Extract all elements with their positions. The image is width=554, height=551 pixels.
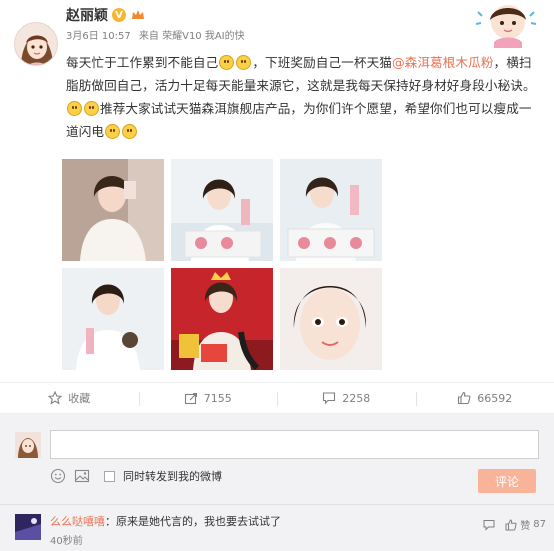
favorite-button[interactable]: 收藏 [0,383,139,413]
share-button[interactable]: 7155 [138,383,278,413]
comment-like-count: 87 [533,519,546,530]
comment-section: 同时转发到我的微博 评论 么么哒嘻嘻：原来是她代言的，我也要去试试了 40秒前 … [0,414,554,551]
decorative-sticker-icon [472,2,540,48]
user-avatar[interactable] [14,22,58,66]
post-content: 每天忙于工作累到不能自己 ，下班奖励自己一杯天猫@森洱葛根木瓜粉，横扫脂肪做回自己… [66,51,538,143]
post-text-2: ，下班奖励自己一杯天猫 [252,55,392,70]
repost-label: 同时转发到我的微博 [123,470,222,483]
comment-input[interactable] [50,430,539,459]
comment-time: 40秒前 [50,536,83,547]
grin-emoji-icon [67,101,82,116]
comment-separator: ： [105,515,116,528]
post-date[interactable]: 3月6日 10:57 [66,31,131,42]
post-photo[interactable] [171,268,273,370]
post-photo[interactable] [171,159,273,261]
reply-icon[interactable] [483,519,495,531]
comment-icon [323,392,336,405]
like-button[interactable]: 66592 [415,383,554,413]
comment-text: 原来是她代言的，我也要去试试了 [116,515,281,528]
comment-like-label: 赞 [520,521,531,532]
composer-toolbar: 同时转发到我的微博 [50,467,222,485]
grin-emoji-icon [84,101,99,116]
like-count: 66592 [477,391,513,405]
verified-icon: V [112,8,126,22]
thumbs-up-icon [458,391,471,405]
cool-emoji-icon [122,124,138,139]
vip-crown-icon [130,8,146,22]
username-row: 赵丽颖 V [66,4,146,26]
comment-item: 么么哒嘻嘻：原来是她代言的，我也要去试试了 40秒前 赞 87 [0,504,554,551]
post-meta: 3月6日 10:57 来自 荣耀V10 我AI的快 [66,27,250,42]
emoji-icon[interactable] [50,468,66,484]
commenter-avatar[interactable] [15,514,41,540]
thumbs-up-icon [505,518,517,530]
post-photo[interactable] [62,159,164,261]
post-photo[interactable] [280,268,382,370]
post-photo[interactable] [280,159,382,261]
share-count: 7155 [203,391,232,405]
post-text-1: 每天忙于工作累到不能自己 [66,55,219,70]
post-photo[interactable] [62,268,164,370]
favorite-label: 收藏 [68,392,91,405]
share-icon [184,392,197,405]
photo-grid [62,159,382,372]
star-icon [48,391,63,405]
mention-link[interactable]: @森洱葛根木瓜粉 [392,55,494,70]
smile-emoji-icon [219,55,235,70]
repost-checkbox[interactable] [104,470,115,482]
comment-line: 么么哒嘻嘻：原来是她代言的，我也要去试试了 [50,513,281,529]
comment-count: 2258 [342,391,371,405]
commenter-name[interactable]: 么么哒嘻嘻 [50,515,105,528]
comment-button[interactable]: 2258 [277,383,416,413]
comment-actions: 赞 87 [483,517,546,532]
action-bar: 收藏 7155 2258 66592 [0,382,554,414]
post-source: 来自 荣耀V10 我AI的快 [138,31,245,42]
cool-emoji-icon [105,124,121,139]
image-icon[interactable] [74,468,90,484]
comment-like-button[interactable]: 赞 87 [505,517,546,532]
submit-comment-button[interactable]: 评论 [478,469,536,493]
weibo-post: 赵丽颖 V 3月6日 10:57 来自 荣耀V10 我AI的快 每天忙于工作累到… [0,0,554,382]
current-user-avatar[interactable] [15,432,41,458]
smile-emoji-icon [236,55,252,70]
username[interactable]: 赵丽颖 [66,5,108,25]
